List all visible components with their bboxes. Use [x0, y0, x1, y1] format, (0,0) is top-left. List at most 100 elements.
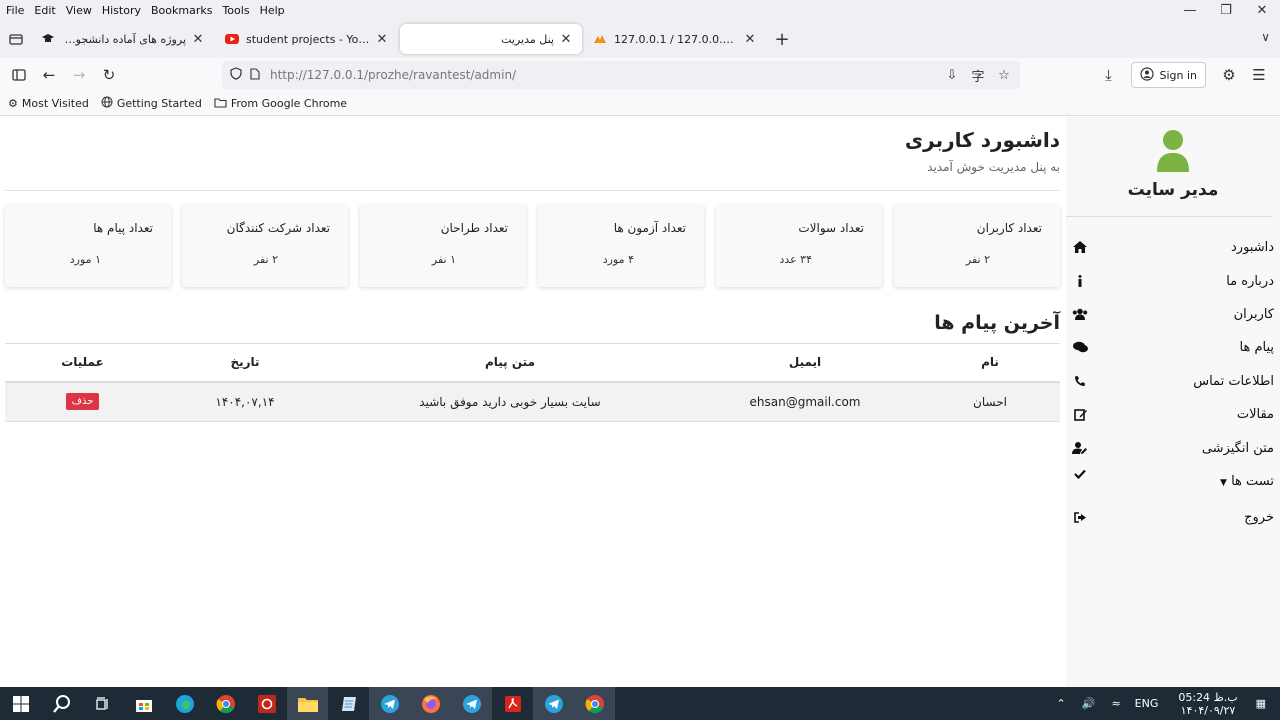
stat-card-value: ۴ مورد	[602, 253, 634, 266]
system-tray: ⌃ 🔊 ≈ ENG 05:24 ب.ظ ۱۴۰۴/۰۹/۲۷ ▦	[1049, 687, 1280, 720]
sidebar-item-contact[interactable]: اطلاعات تماس	[1066, 366, 1280, 396]
extensions-icon[interactable]: ⚙	[1214, 60, 1244, 90]
reload-icon[interactable]: ↻	[94, 60, 124, 90]
tab-admin-panel[interactable]: پنل مدیریت ✕	[400, 24, 582, 54]
menu-bookmarks[interactable]: Bookmarks	[146, 4, 217, 17]
hamburger-menu-icon[interactable]: ☰	[1244, 60, 1274, 90]
sidebar-item-tests[interactable]: تست ها ▼	[1066, 466, 1280, 496]
tab-youtube[interactable]: student projects - YouTube ✕	[216, 24, 398, 54]
language-indicator[interactable]: ENG	[1135, 697, 1159, 710]
sidebar-item-logout[interactable]: خروج	[1066, 502, 1280, 532]
sidebar-item-motivational[interactable]: متن انگیزشی	[1066, 433, 1280, 463]
close-window-icon[interactable]: ✕	[1244, 0, 1280, 20]
phone-icon	[1072, 373, 1088, 389]
menu-edit[interactable]: Edit	[29, 4, 60, 17]
edge-icon[interactable]	[164, 687, 205, 720]
windows-start-icon[interactable]	[0, 687, 41, 720]
sidebar-item-about[interactable]: درباره ما	[1066, 266, 1280, 296]
page-icon	[250, 67, 260, 83]
stat-card-title: تعداد سوالات	[798, 221, 864, 235]
pdf-icon[interactable]	[492, 687, 533, 720]
tab-phpmyadmin[interactable]: 127.0.0.1 / 127.0.0.1 / ravantest ✕	[584, 24, 766, 54]
table-row: احسان ehsan@gmail.com سایت بسیار خوبی دا…	[5, 381, 1060, 422]
stat-card-users: تعداد کاربران ۲ نفر	[894, 205, 1060, 287]
gear-icon: ⚙	[8, 97, 18, 110]
task-view-icon[interactable]	[82, 687, 123, 720]
url-bar[interactable]: http://127.0.0.1/prozhe/ravantest/admin/…	[222, 61, 1020, 89]
messages-table: نام ایمیل متن پیام تاریخ عملیات احسان eh…	[5, 343, 1060, 422]
user-avatar-icon	[1157, 130, 1189, 172]
close-tab-icon[interactable]: ✕	[742, 32, 758, 47]
telegram-icon[interactable]	[533, 687, 574, 720]
telegram-icon[interactable]	[451, 687, 492, 720]
bookmark-label: Most Visited	[21, 97, 89, 110]
network-icon[interactable]: ≈	[1111, 697, 1120, 710]
menu-tools[interactable]: Tools	[217, 4, 254, 17]
edit-icon	[1072, 406, 1088, 422]
close-tab-icon[interactable]: ✕	[558, 32, 574, 47]
clock-time: 05:24 ب.ظ	[1178, 690, 1238, 704]
sidebar-item-label: درباره ما	[1226, 273, 1274, 289]
menu-help[interactable]: Help	[255, 4, 290, 17]
search-icon[interactable]	[41, 687, 82, 720]
url-path: /prozhe/ravantest/admin/	[364, 68, 517, 82]
tab-projects[interactable]: پروژه های آماده دانشجویی | دانلود ✕	[32, 24, 214, 54]
close-tab-icon[interactable]: ✕	[374, 32, 390, 47]
downloads-icon[interactable]: ⤓	[1093, 60, 1123, 90]
shield-icon[interactable]	[230, 67, 242, 83]
close-tab-icon[interactable]: ✕	[190, 32, 206, 47]
menu-view[interactable]: View	[61, 4, 97, 17]
bookmark-getting-started[interactable]: Getting Started	[101, 96, 202, 111]
column-header-actions: عملیات	[5, 343, 160, 383]
caret-down-icon: ▼	[1220, 477, 1227, 488]
globe-icon	[101, 96, 113, 111]
volume-icon[interactable]: 🔊	[1082, 697, 1096, 710]
chevron-down-icon[interactable]: ∨	[1261, 30, 1270, 44]
home-icon	[1072, 239, 1088, 255]
delete-button[interactable]: حذف	[65, 393, 100, 411]
app-red-icon[interactable]	[246, 687, 287, 720]
stat-card-value: ۱ مورد	[69, 253, 101, 266]
notification-icon[interactable]: ▦	[1256, 697, 1266, 710]
sidebar-item-articles[interactable]: مقالات	[1066, 399, 1280, 429]
chrome-icon[interactable]	[574, 687, 615, 720]
back-icon[interactable]: ←	[34, 60, 64, 90]
forward-icon[interactable]: →	[64, 60, 94, 90]
notepad-icon[interactable]	[328, 687, 369, 720]
clock[interactable]: 05:24 ب.ظ ۱۴۰۴/۰۹/۲۷	[1178, 691, 1237, 717]
bookmark-folder-chrome[interactable]: From Google Chrome	[214, 97, 347, 111]
sidebar-item-users[interactable]: کاربران	[1066, 299, 1280, 329]
stat-card-exams: تعداد آزمون ها ۴ مورد	[538, 205, 704, 287]
bookmark-star-icon[interactable]: ☆	[994, 65, 1014, 85]
sidebar-item-label: داشبورد	[1231, 239, 1274, 255]
store-icon[interactable]	[123, 687, 164, 720]
stat-card-designers: تعداد طراحان ۱ نفر	[360, 205, 526, 287]
avatar	[1066, 128, 1280, 172]
firefox-icon[interactable]	[410, 687, 451, 720]
bookmark-most-visited[interactable]: ⚙ Most Visited	[8, 97, 89, 110]
save-page-icon[interactable]: ⇩	[942, 65, 962, 85]
file-explorer-icon[interactable]	[287, 687, 328, 720]
chrome-icon[interactable]	[205, 687, 246, 720]
telegram-icon[interactable]	[369, 687, 410, 720]
sign-in-label: Sign in	[1159, 68, 1197, 82]
stat-card-messages: تعداد پیام ها ۱ مورد	[5, 205, 171, 287]
new-tab-button[interactable]: +	[768, 25, 796, 53]
tab-bar: پروژه های آماده دانشجویی | دانلود ✕ stud…	[0, 20, 1280, 58]
translate-icon[interactable]: 字	[968, 65, 988, 85]
cell-date: ۱۴۰۴,۰۷,۱۴	[160, 381, 330, 422]
chevron-up-icon[interactable]: ⌃	[1057, 697, 1066, 710]
sign-in-button[interactable]: Sign in	[1131, 62, 1206, 88]
menu-file[interactable]: File	[0, 4, 29, 17]
sidebar-item-messages[interactable]: پیام ها	[1066, 332, 1280, 362]
sidebar-item-dashboard[interactable]: داشبورد	[1066, 232, 1280, 262]
maximize-icon[interactable]: ❐	[1208, 0, 1244, 20]
bookmark-label: Getting Started	[116, 97, 202, 110]
cell-name: احسان	[920, 381, 1060, 422]
minimize-icon[interactable]: —	[1172, 0, 1208, 20]
stat-card-title: تعداد آزمون ها	[613, 221, 686, 235]
stat-card-value: ۳۴ عدد	[779, 253, 812, 266]
menu-history[interactable]: History	[97, 4, 146, 17]
sidebar-toggle-icon[interactable]	[4, 60, 34, 90]
tab-overview-icon[interactable]	[0, 20, 32, 58]
